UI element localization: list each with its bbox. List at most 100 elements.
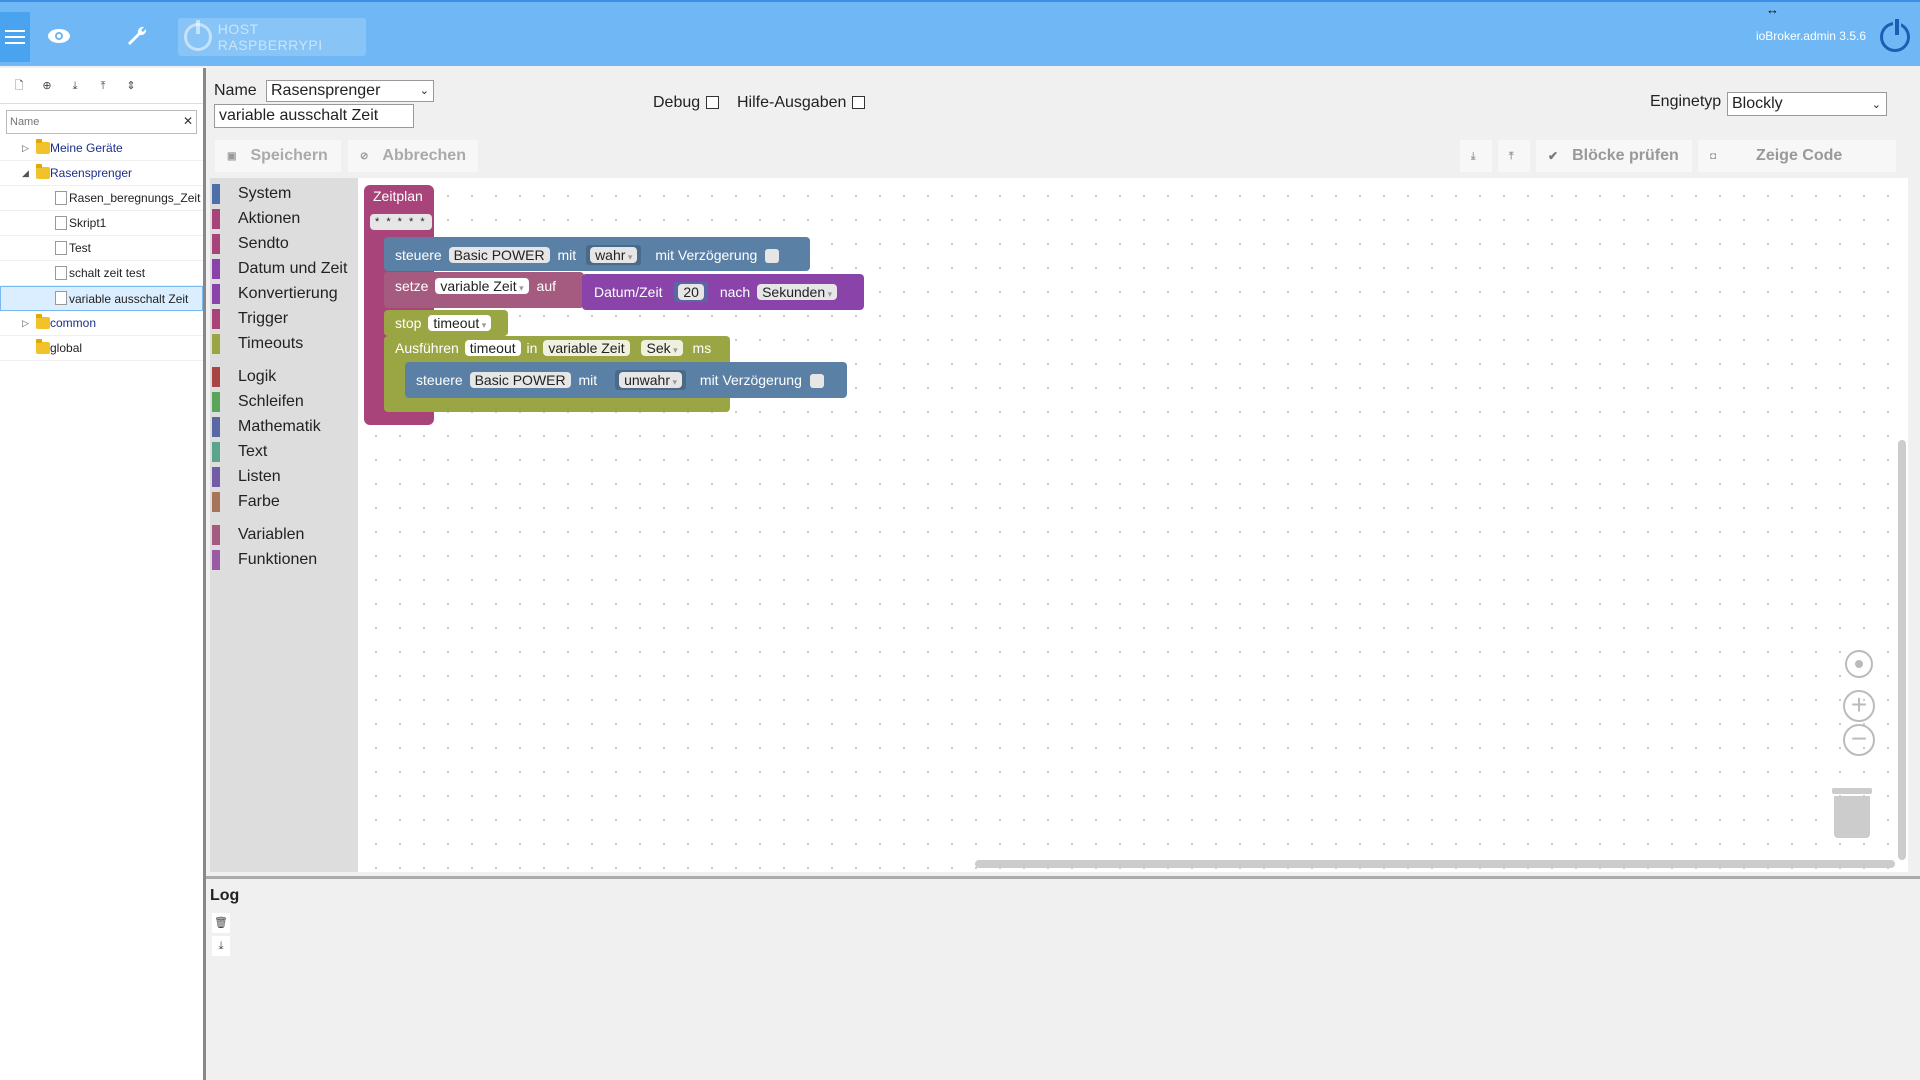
eye-icon[interactable] <box>44 12 74 60</box>
category-swatch <box>212 492 220 512</box>
tree-item-script[interactable]: schalt zeit test <box>0 261 203 286</box>
category-swatch <box>212 442 220 462</box>
host-button[interactable]: HOST RASPBERRYPI <box>178 18 366 56</box>
device-field[interactable]: Basic POWER <box>448 247 550 263</box>
name-select[interactable]: Rasensprenger ⌄ <box>266 80 434 102</box>
tree-item-label: common <box>50 316 97 330</box>
new-script-icon[interactable]: 🗋 <box>10 77 28 95</box>
help-output-checkbox[interactable] <box>852 96 865 109</box>
delay-checkbox[interactable] <box>765 249 780 264</box>
tree-item-global[interactable]: global <box>0 336 203 361</box>
collapse-icon[interactable]: ◢ <box>22 168 32 179</box>
category-variablen[interactable]: Variablen <box>210 523 358 547</box>
engine-type-select[interactable]: Blockly ⌄ <box>1727 92 1887 116</box>
wrench-icon[interactable] <box>122 12 152 60</box>
variable-field[interactable]: variable Zeit <box>435 278 529 294</box>
value-field[interactable]: unwahr <box>619 372 683 388</box>
menu-icon[interactable] <box>0 12 30 62</box>
sort-icon[interactable]: ⇕ <box>122 77 140 95</box>
import-blocks-button[interactable]: ⤒ <box>1498 140 1530 172</box>
value-field[interactable]: wahr <box>590 247 638 263</box>
category-swatch <box>212 467 220 487</box>
category-trigger[interactable]: Trigger <box>210 307 358 331</box>
category-timeouts[interactable]: Timeouts <box>210 332 358 356</box>
host-label: HOST RASPBERRYPI <box>217 21 323 53</box>
device-field[interactable]: Basic POWER <box>469 372 571 388</box>
zoom-in-icon[interactable]: + <box>1843 690 1875 722</box>
name-select-value: Rasensprenger <box>271 82 381 99</box>
save-button[interactable]: ▣ Speichern <box>215 140 341 172</box>
tree-item-script[interactable]: Test <box>0 236 203 261</box>
trash-icon[interactable] <box>1832 788 1872 838</box>
clear-log-icon[interactable]: 🗑 <box>212 913 230 933</box>
script-name-input[interactable]: variable ausschalt Zeit <box>214 104 414 128</box>
debug-checkbox[interactable] <box>706 96 719 109</box>
category-funktionen[interactable]: Funktionen <box>210 548 358 572</box>
zoom-out-icon[interactable]: − <box>1843 724 1875 756</box>
export-icon[interactable]: ⤓ <box>66 77 84 95</box>
number-field[interactable]: 20 <box>678 284 704 300</box>
unit-field[interactable]: Sekunden <box>757 284 838 300</box>
timeout-name-field[interactable]: timeout <box>428 315 492 331</box>
category-label: Timeouts <box>238 335 304 352</box>
tree-filter-input[interactable] <box>7 111 196 133</box>
resize-icon[interactable]: ↔ <box>1766 2 1779 17</box>
tree-item-label: schalt zeit test <box>69 266 146 280</box>
workspace-vertical-scrollbar[interactable] <box>1898 440 1906 860</box>
file-icon <box>55 191 67 205</box>
cancel-button[interactable]: ⊘ Abbrechen <box>348 140 478 172</box>
category-swatch <box>212 367 220 387</box>
category-system[interactable]: System <box>210 182 358 206</box>
tree-item-common[interactable]: ▷ common <box>0 311 203 336</box>
control-block-2[interactable]: steuere Basic POWER mit unwahr mit Verzö… <box>405 362 847 398</box>
delay-label: mit Verzögerung <box>655 247 758 263</box>
category-mathematik[interactable]: Mathematik <box>210 415 358 439</box>
download-log-icon[interactable]: ⤓ <box>212 936 230 956</box>
set-variable-block[interactable]: setze variable Zeit auf <box>384 272 584 308</box>
import-icon[interactable]: ⤒ <box>94 77 112 95</box>
schedule-cron-field[interactable]: * * * * * <box>370 214 432 230</box>
tree-toolbar: 🗋 ⊕ ⤓ ⤒ ⇕ <box>0 68 203 104</box>
tree-item-meine-geraete[interactable]: ▷ Meine Geräte <box>0 136 203 161</box>
tree-item-script-selected[interactable]: variable ausschalt Zeit <box>0 286 203 311</box>
delay-checkbox[interactable] <box>809 374 824 389</box>
clear-filter-icon[interactable]: ✕ <box>183 114 193 128</box>
run-unit-field[interactable]: Sek <box>641 340 683 356</box>
check-blocks-button[interactable]: ✔ Blöcke prüfen <box>1536 140 1692 172</box>
category-swatch <box>212 234 220 254</box>
zoom-reset-icon[interactable] <box>1845 650 1873 678</box>
expand-icon[interactable]: ▷ <box>22 143 32 154</box>
tree-item-script[interactable]: Rasen_beregnungs_Zeit <box>0 186 203 211</box>
tree-item-script[interactable]: Skript1 <box>0 211 203 236</box>
help-output-label: Hilfe-Ausgaben <box>737 94 847 111</box>
new-folder-icon[interactable]: ⊕ <box>38 77 56 95</box>
tree-item-label: Skript1 <box>69 216 107 230</box>
category-swatch <box>212 334 220 354</box>
category-farbe[interactable]: Farbe <box>210 490 358 514</box>
workspace-horizontal-scrollbar[interactable] <box>975 860 1895 868</box>
debug-label: Debug <box>653 94 701 111</box>
logout-icon[interactable] <box>1880 17 1910 52</box>
log-title: Log <box>210 887 240 904</box>
category-swatch <box>212 259 220 279</box>
category-konvertierung[interactable]: Konvertierung <box>210 282 358 306</box>
run-timeout-name-field[interactable]: timeout <box>464 340 521 356</box>
category-sendto[interactable]: Sendto <box>210 232 358 256</box>
run-variable-field[interactable]: variable Zeit <box>543 340 630 356</box>
datetime-block[interactable]: Datum/Zeit 20 nach Sekunden <box>582 274 864 310</box>
category-schleifen[interactable]: Schleifen <box>210 390 358 414</box>
show-code-button[interactable]: ◘ Zeige Code <box>1698 140 1896 172</box>
category-datum-und-zeit[interactable]: Datum und Zeit <box>210 257 358 281</box>
expand-icon[interactable]: ▷ <box>22 318 32 329</box>
category-listen[interactable]: Listen <box>210 465 358 489</box>
export-blocks-button[interactable]: ⤓ <box>1460 140 1492 172</box>
category-swatch <box>212 392 220 412</box>
category-text[interactable]: Text <box>210 440 358 464</box>
tree-item-rasensprenger[interactable]: ◢ Rasensprenger <box>0 161 203 186</box>
category-logik[interactable]: Logik <box>210 365 358 389</box>
control-block-1[interactable]: steuere Basic POWER mit wahr mit Verzöge… <box>384 237 810 271</box>
stop-timeout-block[interactable]: stop timeout <box>384 310 508 336</box>
with-label: mit <box>578 372 598 388</box>
category-aktionen[interactable]: Aktionen <box>210 207 358 231</box>
blockly-toolbox: System Aktionen Sendto Datum und Zeit Ko… <box>210 178 358 872</box>
